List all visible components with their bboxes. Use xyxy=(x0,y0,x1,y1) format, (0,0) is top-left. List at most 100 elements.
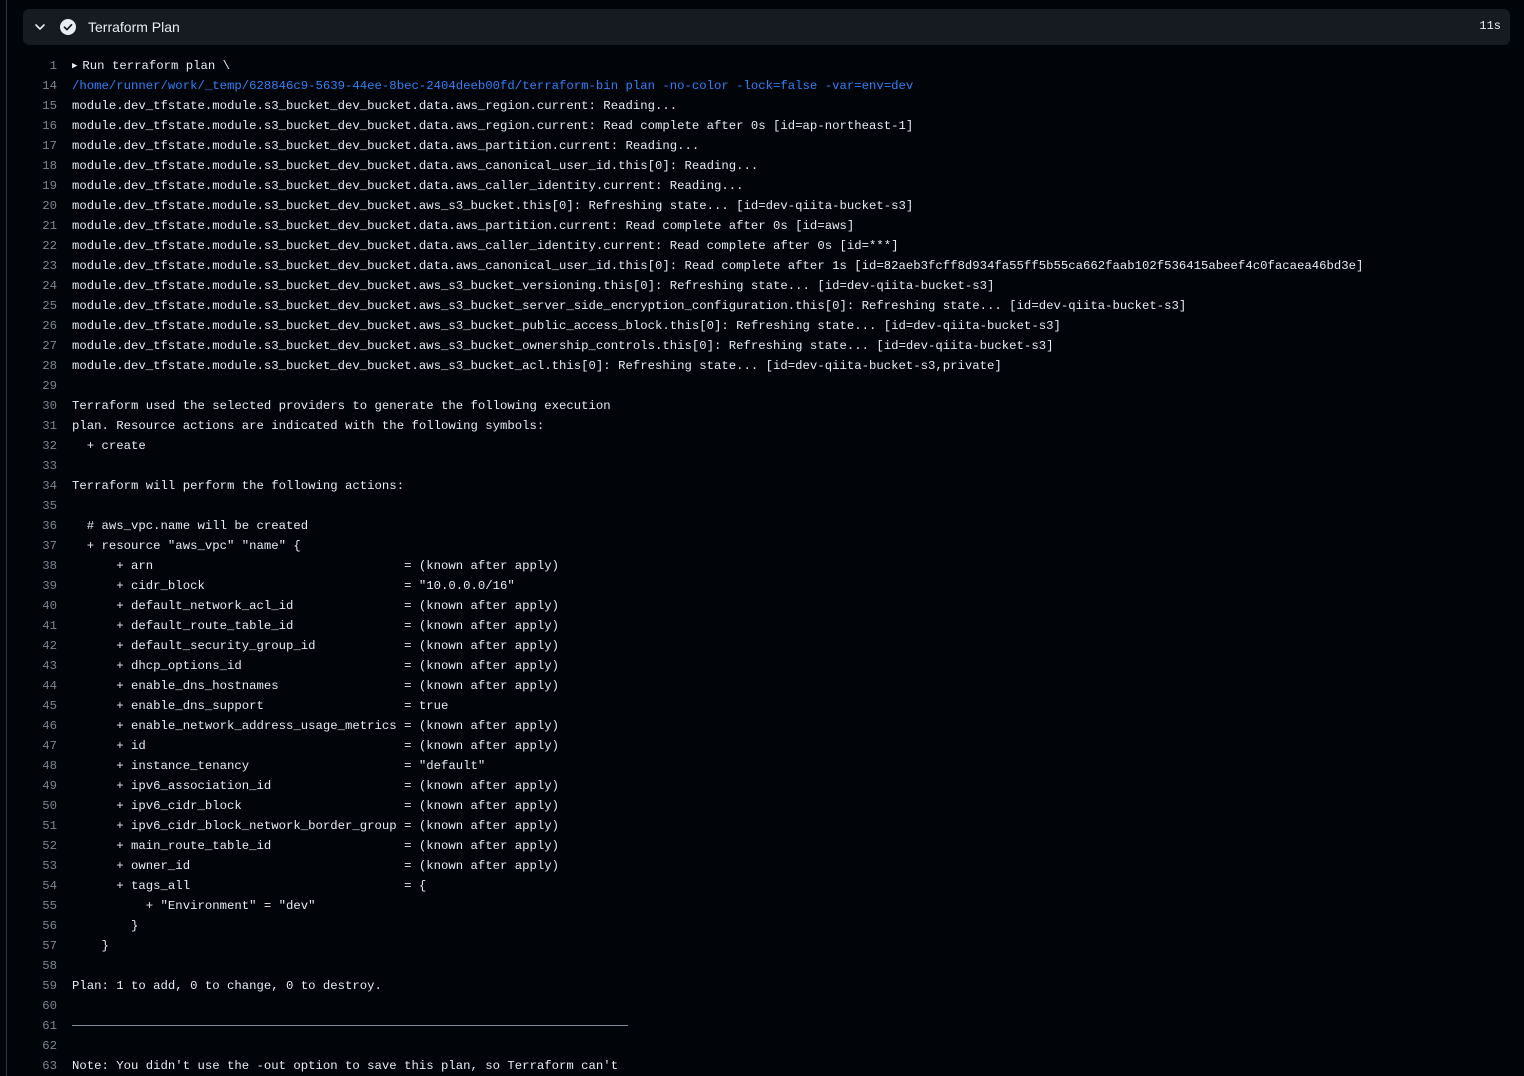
line-number[interactable]: 50 xyxy=(0,796,72,816)
log-line: 31 plan. Resource actions are indicated w… xyxy=(0,416,1524,436)
line-number[interactable]: 14 xyxy=(0,76,72,96)
line-number[interactable]: 54 xyxy=(0,876,72,896)
line-number[interactable]: 23 xyxy=(0,256,72,276)
line-number[interactable]: 1 xyxy=(0,56,72,76)
line-number[interactable]: 60 xyxy=(0,996,72,1016)
line-number[interactable]: 29 xyxy=(0,376,72,396)
line-number[interactable]: 33 xyxy=(0,456,72,476)
log-line: 20 module.dev_tfstate.module.s3_bucket_de… xyxy=(0,196,1524,216)
line-number[interactable]: 57 xyxy=(0,936,72,956)
log-line-text: + owner_id = (known after apply) xyxy=(72,859,560,873)
log-line-text: module.dev_tfstate.module.s3_bucket_dev_… xyxy=(72,99,678,113)
line-number[interactable]: 34 xyxy=(0,476,72,496)
line-number[interactable]: 46 xyxy=(0,716,72,736)
log-line: 15 module.dev_tfstate.module.s3_bucket_de… xyxy=(0,96,1524,116)
line-number[interactable]: 56 xyxy=(0,916,72,936)
command-line-text: /home/runner/work/_temp/628846c9-5639-44… xyxy=(72,79,914,93)
line-number[interactable]: 39 xyxy=(0,576,72,596)
line-number[interactable]: 52 xyxy=(0,836,72,856)
line-number[interactable]: 55 xyxy=(0,896,72,916)
line-number[interactable]: 21 xyxy=(0,216,72,236)
log-line-text: + "Environment" = "dev" xyxy=(72,899,316,913)
line-number[interactable]: 43 xyxy=(0,656,72,676)
log-line-text: + instance_tenancy = "default" xyxy=(72,759,486,773)
log-line: 48 + instance_tenancy = "default" xyxy=(0,756,1524,776)
log-line: 45 + enable_dns_support = true xyxy=(0,696,1524,716)
log-line: 56 } xyxy=(0,916,1524,936)
log-line: 23 module.dev_tfstate.module.s3_bucket_de… xyxy=(0,256,1524,276)
line-number[interactable]: 28 xyxy=(0,356,72,376)
line-number[interactable]: 61 xyxy=(0,1016,72,1036)
log-line: 59 Plan: 1 to add, 0 to change, 0 to dest… xyxy=(0,976,1524,996)
line-number[interactable]: 16 xyxy=(0,116,72,136)
line-number[interactable]: 36 xyxy=(0,516,72,536)
log-line-text: module.dev_tfstate.module.s3_bucket_dev_… xyxy=(72,319,1061,333)
log-line: 36 # aws_vpc.name will be created xyxy=(0,516,1524,536)
line-number[interactable]: 62 xyxy=(0,1036,72,1056)
log-line: 46 + enable_network_address_usage_metric… xyxy=(0,716,1524,736)
log-line-text: + enable_dns_support = true xyxy=(72,699,449,713)
log-line-text: + default_security_group_id = (known aft… xyxy=(72,639,560,653)
log-line-text: } xyxy=(72,939,109,953)
line-number[interactable]: 44 xyxy=(0,676,72,696)
line-number[interactable]: 53 xyxy=(0,856,72,876)
log-line: 24 module.dev_tfstate.module.s3_bucket_de… xyxy=(0,276,1524,296)
line-number[interactable]: 47 xyxy=(0,736,72,756)
line-number[interactable]: 25 xyxy=(0,296,72,316)
log-line-text: + ipv6_cidr_block_network_border_group =… xyxy=(72,819,560,833)
line-number[interactable]: 42 xyxy=(0,636,72,656)
line-number[interactable]: 22 xyxy=(0,236,72,256)
line-number[interactable]: 51 xyxy=(0,816,72,836)
log-line-text: Note: You didn't use the -out option to … xyxy=(72,1059,619,1073)
line-number[interactable]: 49 xyxy=(0,776,72,796)
log-line: 57 } xyxy=(0,936,1524,956)
line-number[interactable]: 63 xyxy=(0,1056,72,1076)
line-number[interactable]: 26 xyxy=(0,316,72,336)
horizontal-rule xyxy=(72,1025,628,1027)
log-group-toggle[interactable]: ▶ Run terraform plan \ xyxy=(72,56,230,76)
log-line: 40 + default_network_acl_id = (known aft… xyxy=(0,596,1524,616)
log-line: 21 module.dev_tfstate.module.s3_bucket_de… xyxy=(0,216,1524,236)
triangle-right-icon[interactable]: ▶ xyxy=(72,56,77,76)
line-number[interactable]: 37 xyxy=(0,536,72,556)
log-line-text: + dhcp_options_id = (known after apply) xyxy=(72,659,560,673)
log-line: 54 + tags_all = { xyxy=(0,876,1524,896)
line-number[interactable]: 32 xyxy=(0,436,72,456)
log-line: 19 module.dev_tfstate.module.s3_bucket_de… xyxy=(0,176,1524,196)
log-line-text: + default_network_acl_id = (known after … xyxy=(72,599,560,613)
line-number[interactable]: 59 xyxy=(0,976,72,996)
log-line-text: + cidr_block = "10.0.0.0/16" xyxy=(72,579,515,593)
line-number[interactable]: 19 xyxy=(0,176,72,196)
log-group-title: Run terraform plan \ xyxy=(82,59,231,73)
line-number[interactable]: 17 xyxy=(0,136,72,156)
log-line-text: + ipv6_cidr_block = (known after apply) xyxy=(72,799,560,813)
log-line: 28 module.dev_tfstate.module.s3_bucket_de… xyxy=(0,356,1524,376)
line-number[interactable]: 30 xyxy=(0,396,72,416)
chevron-down-icon[interactable] xyxy=(33,20,47,34)
line-number[interactable]: 20 xyxy=(0,196,72,216)
log-line: 17 module.dev_tfstate.module.s3_bucket_de… xyxy=(0,136,1524,156)
line-number[interactable]: 45 xyxy=(0,696,72,716)
line-number[interactable]: 27 xyxy=(0,336,72,356)
log-line: 22 module.dev_tfstate.module.s3_bucket_de… xyxy=(0,236,1524,256)
check-circle-icon xyxy=(60,19,76,35)
log-separator xyxy=(72,1016,628,1036)
line-number[interactable]: 38 xyxy=(0,556,72,576)
line-number[interactable]: 31 xyxy=(0,416,72,436)
log-line-text: + tags_all = { xyxy=(72,879,427,893)
log-line-text: module.dev_tfstate.module.s3_bucket_dev_… xyxy=(72,219,855,233)
log-line-text: module.dev_tfstate.module.s3_bucket_dev_… xyxy=(72,119,914,133)
line-number[interactable]: 41 xyxy=(0,616,72,636)
line-number[interactable]: 18 xyxy=(0,156,72,176)
log-line-text: + main_route_table_id = (known after app… xyxy=(72,839,560,853)
line-number[interactable]: 24 xyxy=(0,276,72,296)
line-number[interactable]: 40 xyxy=(0,596,72,616)
log-line: 42 + default_security_group_id = (known … xyxy=(0,636,1524,656)
line-number[interactable]: 58 xyxy=(0,956,72,976)
line-number[interactable]: 35 xyxy=(0,496,72,516)
log-line: 35 xyxy=(0,496,1524,516)
line-number[interactable]: 48 xyxy=(0,756,72,776)
step-header-terraform-plan[interactable]: Terraform Plan 11s xyxy=(23,9,1510,45)
line-number[interactable]: 15 xyxy=(0,96,72,116)
log-line-text: + enable_network_address_usage_metrics =… xyxy=(72,719,560,733)
